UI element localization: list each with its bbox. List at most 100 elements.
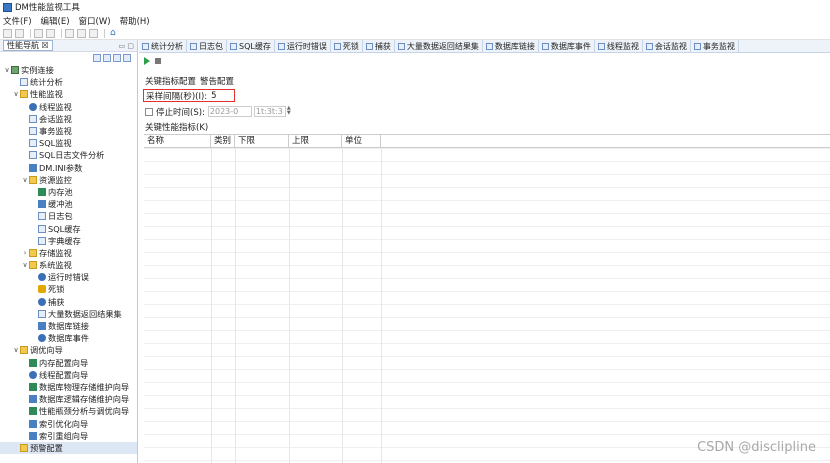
- tree-item[interactable]: 数据库事件: [0, 332, 137, 344]
- home-icon[interactable]: ⌂: [110, 29, 119, 38]
- tree-item[interactable]: 内存配置向导: [0, 357, 137, 369]
- tree-item[interactable]: 索引重组向导: [0, 430, 137, 442]
- tree-item[interactable]: 死锁: [0, 283, 137, 295]
- tree-item[interactable]: ∨ 性能监视: [0, 88, 137, 100]
- sample-interval-input[interactable]: 5: [211, 91, 216, 101]
- navigation-panel: 性能导航 ☒ ▭ ▢ ∨ 实例连接 统计分析 ∨ 性能监视 线程监视 会话监视 事务监视 SQL…: [0, 40, 138, 463]
- refresh-icon[interactable]: [89, 29, 98, 38]
- tree-item-label: 事务监视: [39, 126, 72, 137]
- tree-item[interactable]: 索引优化向导: [0, 417, 137, 429]
- toolbar-separator: [30, 29, 31, 38]
- chevron-icon[interactable]: ∨: [12, 346, 20, 354]
- app-icon: [3, 2, 12, 12]
- editor-tab[interactable]: 会话监视: [643, 40, 691, 52]
- tree-item[interactable]: ∨ 资源监控: [0, 174, 137, 186]
- editor-tab[interactable]: 线程监视: [595, 40, 643, 52]
- tree-item[interactable]: 字典缓存: [0, 235, 137, 247]
- chevron-icon[interactable]: ∨: [12, 90, 20, 98]
- stop-icon[interactable]: [155, 58, 161, 64]
- tree-item[interactable]: 内存池: [0, 186, 137, 198]
- chevron-icon[interactable]: ∨: [21, 176, 29, 184]
- chevron-down-icon[interactable]: [123, 54, 131, 62]
- tree-item[interactable]: 日志包: [0, 210, 137, 222]
- close-icon[interactable]: ☒: [42, 41, 49, 50]
- tab-kpi-config[interactable]: 关键指标配置: [145, 75, 196, 87]
- chevron-icon[interactable]: ›: [21, 249, 29, 257]
- tab-icon: [333, 42, 341, 50]
- menu-window[interactable]: 窗口(W): [79, 15, 111, 27]
- tree-item[interactable]: ∨ 实例连接: [0, 64, 137, 76]
- navigation-panel-header: 性能导航 ☒ ▭ ▢: [0, 40, 137, 52]
- new-icon[interactable]: [3, 29, 12, 38]
- tab-performance-navigation[interactable]: 性能导航 ☒: [3, 40, 53, 51]
- tree-item[interactable]: ∨ 调优向导: [0, 344, 137, 356]
- time-spinner[interactable]: ▲ ▼: [287, 106, 292, 117]
- tree-item[interactable]: ∨ 系统监视: [0, 259, 137, 271]
- tree-item[interactable]: 会话监视: [0, 113, 137, 125]
- editor-tab[interactable]: 大量数据返回结果集: [395, 40, 483, 52]
- tree-item[interactable]: 数据库链接: [0, 320, 137, 332]
- editor-tab[interactable]: 死锁: [331, 40, 363, 52]
- print-icon[interactable]: [65, 29, 74, 38]
- tree-item[interactable]: 性能瓶颈分析与调优向导: [0, 405, 137, 417]
- tab-warning-config[interactable]: 警告配置: [200, 75, 234, 87]
- column-header-name[interactable]: 名称: [144, 135, 211, 147]
- editor-tab[interactable]: 统计分析: [139, 40, 187, 52]
- editor-tab[interactable]: 捕获: [363, 40, 395, 52]
- tree-item[interactable]: 线程监视: [0, 101, 137, 113]
- minimize-maximize-icon[interactable]: ▭ ▢: [119, 42, 134, 50]
- tree-item[interactable]: 数据库逻辑存储维护向导: [0, 393, 137, 405]
- sample-interval-label: 采样间隔(秒)(I):: [146, 91, 208, 102]
- tree-item[interactable]: DM.INI参数: [0, 162, 137, 174]
- tree-item[interactable]: 数据库物理存储维护向导: [0, 381, 137, 393]
- chevron-icon[interactable]: ∨: [3, 66, 11, 74]
- tree-item[interactable]: SQL监视: [0, 137, 137, 149]
- tree-item[interactable]: 缓冲池: [0, 198, 137, 210]
- editor-tab[interactable]: SQL缓存: [227, 40, 275, 52]
- folder-icon: [20, 443, 28, 452]
- tree-item[interactable]: SQL缓存: [0, 222, 137, 234]
- menu-file[interactable]: 文件(F): [3, 15, 32, 27]
- tree-item-label: 实例连接: [21, 65, 54, 76]
- editor-tab[interactable]: 数据库事件: [539, 40, 595, 52]
- editor-tab[interactable]: 运行时错误: [275, 40, 331, 52]
- alert-config-view: 关键指标配置 警告配置 采样间隔(秒)(I): 5 停止时间(S): 2023-…: [139, 53, 830, 463]
- editor-tab[interactable]: 数据库链接: [483, 40, 539, 52]
- tree-item[interactable]: SQL日志文件分析: [0, 149, 137, 161]
- unlink-icon[interactable]: [103, 54, 111, 62]
- menu-edit[interactable]: 编辑(E): [41, 15, 70, 27]
- column-divider: [235, 148, 236, 463]
- tab-label: 性能导航: [7, 41, 39, 50]
- play-icon[interactable]: [144, 57, 150, 65]
- save-icon[interactable]: [34, 29, 43, 38]
- chevron-icon[interactable]: ∨: [21, 261, 29, 269]
- copy-icon[interactable]: [77, 29, 86, 38]
- tree-item[interactable]: 捕获: [0, 296, 137, 308]
- column-header-lower-limit[interactable]: 下限: [235, 135, 289, 147]
- editor-tab[interactable]: 事务监视: [691, 40, 739, 52]
- tree-item[interactable]: › 存储监视: [0, 247, 137, 259]
- tree-item-label: 资源监控: [39, 174, 72, 185]
- tree-item[interactable]: 线程配置向导: [0, 369, 137, 381]
- tree-item-label: 字典缓存: [48, 235, 81, 246]
- tree-item[interactable]: 事务监视: [0, 125, 137, 137]
- tab-icon: [541, 42, 549, 50]
- editor-tab[interactable]: 日志包: [187, 40, 227, 52]
- edit-icon[interactable]: [113, 54, 121, 62]
- tree-item[interactable]: 预警配置: [0, 441, 137, 454]
- tree-item[interactable]: 统计分析: [0, 76, 137, 88]
- stop-date-input[interactable]: 2023-0: [207, 106, 252, 117]
- stop-time-input[interactable]: 1t:3t:3: [253, 106, 286, 117]
- tab-icon: [485, 42, 493, 50]
- tree-item[interactable]: 大量数据返回结果集: [0, 308, 137, 320]
- open-icon[interactable]: [15, 29, 24, 38]
- column-header-category[interactable]: 类别: [211, 135, 235, 147]
- menu-help[interactable]: 帮助(H): [120, 15, 150, 27]
- column-header-unit[interactable]: 单位: [342, 135, 381, 147]
- stop-time-checkbox[interactable]: [145, 107, 153, 116]
- tree-item-label: 会话监视: [39, 113, 72, 124]
- tree-item[interactable]: 运行时错误: [0, 271, 137, 283]
- column-header-upper-limit[interactable]: 上限: [289, 135, 342, 147]
- link-icon[interactable]: [93, 54, 101, 62]
- save-all-icon[interactable]: [46, 29, 55, 38]
